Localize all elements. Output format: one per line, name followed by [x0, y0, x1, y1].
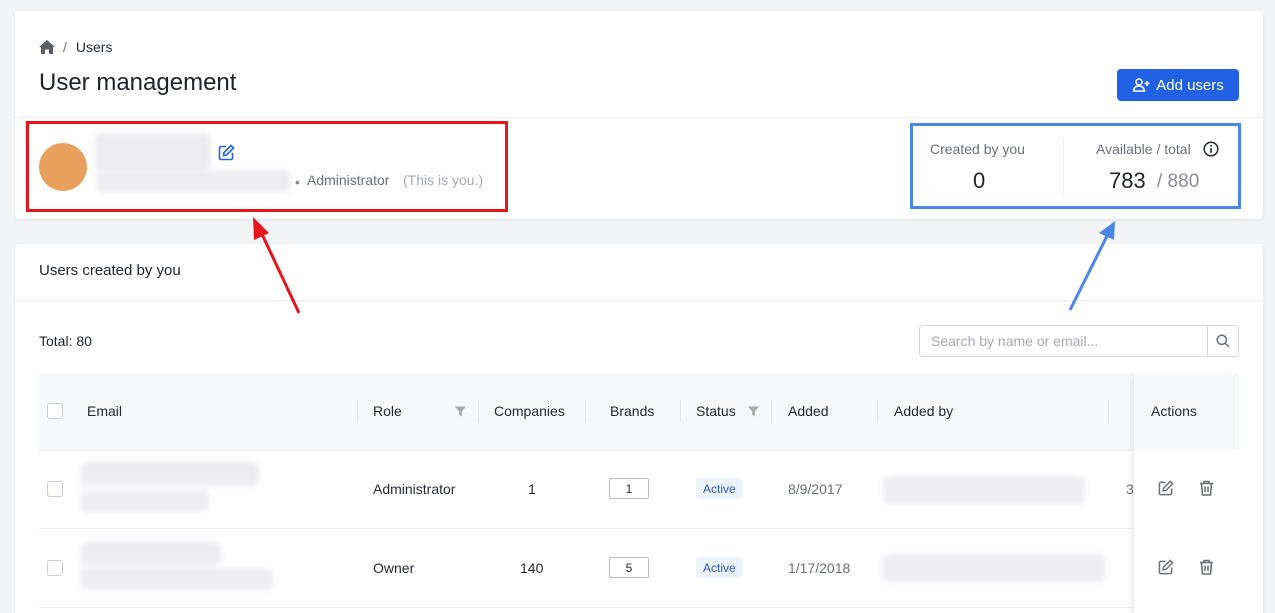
status-badge: Active	[696, 478, 743, 499]
column-companies[interactable]: Companies	[494, 403, 565, 419]
row-divider	[39, 450, 1239, 451]
email-redacted	[81, 462, 259, 486]
brand-count-tag[interactable]: 5	[609, 557, 649, 578]
row-divider	[39, 528, 1239, 529]
breadcrumb: / Users	[39, 39, 112, 55]
email-redacted	[81, 542, 221, 566]
search-box	[919, 325, 1239, 357]
email-redacted	[81, 490, 209, 512]
row-checkbox[interactable]	[47, 481, 63, 497]
section-title: Users created by you	[39, 262, 181, 279]
user-email-redacted	[97, 170, 291, 192]
available-value: 783	[1109, 168, 1146, 193]
filter-icon[interactable]	[748, 406, 759, 417]
available-total-label: Available / total	[1096, 141, 1191, 157]
total-count: Total: 80	[39, 333, 92, 349]
search-button[interactable]	[1207, 326, 1238, 356]
added-date: 1/17/2018	[788, 560, 851, 576]
stats-divider	[1063, 138, 1064, 194]
page-title: User management	[39, 69, 237, 96]
column-separator	[1108, 400, 1109, 422]
separator-dot: •	[295, 174, 300, 190]
column-added[interactable]: Added	[788, 403, 828, 419]
stats-highlight	[910, 123, 1241, 209]
user-companies: 1	[528, 481, 536, 497]
add-user-icon	[1132, 78, 1150, 92]
row-checkbox[interactable]	[47, 560, 63, 576]
email-redacted	[81, 568, 273, 590]
status-badge: Active	[696, 557, 743, 578]
clipped-cell: 3	[1126, 481, 1134, 497]
filter-icon[interactable]	[455, 406, 466, 417]
column-actions: Actions	[1151, 403, 1197, 419]
actions-column: Actions	[1134, 373, 1239, 613]
delete-icon[interactable]	[1199, 559, 1214, 575]
added-date: 8/9/2017	[788, 481, 843, 497]
column-separator	[771, 400, 772, 422]
avatar	[39, 143, 87, 191]
select-all-checkbox[interactable]	[47, 403, 63, 419]
column-separator	[585, 400, 586, 422]
column-separator	[680, 400, 681, 422]
created-by-you-value: 0	[973, 168, 986, 193]
add-users-button[interactable]: Add users	[1117, 69, 1239, 101]
user-role: Administrator	[373, 481, 456, 497]
home-icon[interactable]	[39, 40, 55, 54]
delete-icon[interactable]	[1199, 480, 1214, 496]
column-brands[interactable]: Brands	[610, 403, 654, 419]
column-separator	[357, 400, 358, 422]
column-separator	[478, 400, 479, 422]
added-by-redacted	[883, 554, 1105, 582]
edit-icon[interactable]	[1158, 480, 1174, 496]
row-divider	[39, 607, 1239, 608]
current-user-note: (This is you.)	[403, 172, 484, 188]
edit-icon[interactable]	[1158, 559, 1174, 575]
users-card: Users created by you Total: 80 Email Rol…	[15, 244, 1263, 613]
total-value: / 880	[1157, 171, 1200, 192]
user-name-redacted	[95, 133, 211, 171]
column-status[interactable]: Status	[696, 403, 736, 419]
column-role[interactable]: Role	[373, 403, 402, 419]
breadcrumb-current: Users	[75, 39, 113, 55]
column-added-by[interactable]: Added by	[894, 403, 953, 419]
current-user-role: Administrator	[307, 172, 390, 188]
added-by-redacted	[883, 476, 1085, 504]
divider	[15, 300, 1263, 301]
user-companies: 140	[520, 560, 544, 576]
created-by-you-label: Created by you	[930, 141, 1025, 157]
info-icon[interactable]	[1203, 141, 1219, 157]
edit-icon[interactable]	[218, 144, 235, 161]
header-card: / Users User management Add users • Admi…	[15, 11, 1263, 219]
search-input[interactable]	[920, 326, 1207, 356]
breadcrumb-separator: /	[63, 39, 67, 55]
add-users-label: Add users	[1156, 76, 1224, 94]
brand-count-tag[interactable]: 1	[609, 478, 649, 499]
user-role: Owner	[373, 560, 415, 576]
divider	[15, 117, 1263, 118]
column-email[interactable]: Email	[87, 403, 122, 419]
column-separator	[877, 400, 878, 422]
search-icon	[1216, 334, 1230, 348]
